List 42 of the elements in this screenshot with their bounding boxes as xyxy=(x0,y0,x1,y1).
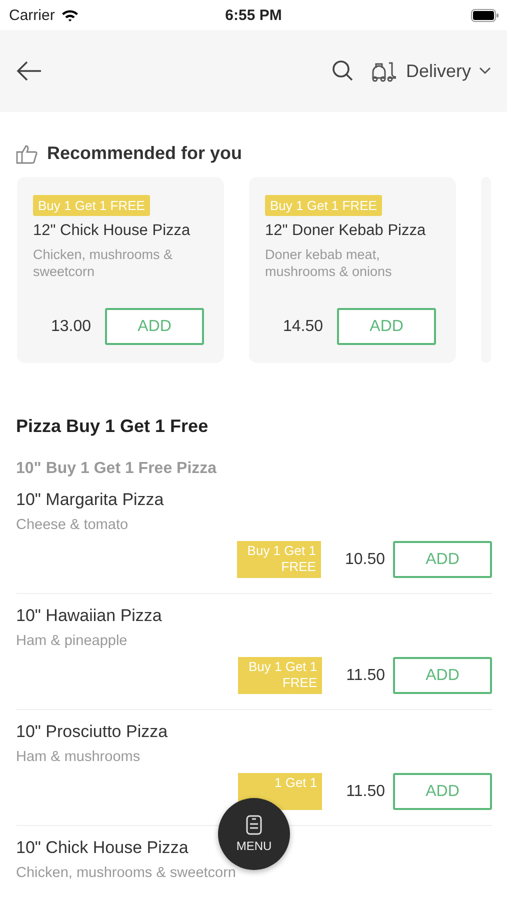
product-description: Cheese & tomato xyxy=(16,517,128,533)
section-heading: Recommended for you xyxy=(47,143,242,164)
add-button[interactable]: ADD xyxy=(337,308,436,345)
product-card[interactable]: Buy 1 Get 1 FREE 12" Doner Kebab Pizza Doner kebab meat, mushrooms & onions 14.50 ADD xyxy=(249,177,456,363)
chevron-down-icon xyxy=(479,67,491,75)
subcategory-heading: 10" Buy 1 Get 1 Free Pizza xyxy=(16,460,218,478)
back-arrow-icon[interactable] xyxy=(16,61,42,81)
product-description: Ham & pineapple xyxy=(16,633,128,649)
add-button[interactable]: ADD xyxy=(393,657,492,694)
product-description: Doner kebab meat, mushrooms & onions xyxy=(265,246,393,280)
product-description: Ham & mushrooms xyxy=(16,749,140,765)
clock-time: 6:55 PM xyxy=(225,6,282,24)
product-name: 10" Hawaiian Pizza xyxy=(16,606,162,626)
offer-tag: Buy 1 Get 1 FREE xyxy=(238,657,322,694)
search-icon[interactable] xyxy=(332,60,354,82)
product-price: 11.50 xyxy=(346,782,385,800)
add-button[interactable]: ADD xyxy=(105,308,204,345)
product-name: 10" Chick House Pizza xyxy=(16,838,188,858)
thumbs-up-icon xyxy=(16,144,38,164)
wifi-icon xyxy=(60,8,79,22)
product-name: 12" Doner Kebab Pizza xyxy=(265,222,427,240)
scooter-icon xyxy=(370,60,398,82)
offer-tag: Buy 1 Get 1 FREE xyxy=(265,195,382,216)
product-price: 10.50 xyxy=(344,550,385,568)
product-price: 14.50 xyxy=(283,318,324,336)
delivery-selector[interactable]: Delivery xyxy=(370,60,491,82)
product-price: 11.50 xyxy=(346,666,385,684)
carrier-name: Carrier xyxy=(9,6,55,24)
product-name: 10" Margarita Pizza xyxy=(16,490,164,510)
add-button[interactable]: ADD xyxy=(393,541,492,578)
product-name: 10" Prosciutto Pizza xyxy=(16,722,168,742)
product-description: Chicken, mushrooms & sweetcorn xyxy=(33,246,174,280)
menu-button[interactable]: MENU xyxy=(218,798,290,870)
product-price: 13.00 xyxy=(51,318,92,336)
add-button[interactable]: ADD xyxy=(393,773,492,810)
product-card[interactable]: Buy 1 Get 1 FREE 12" Chick House Pizza Chicken, mushrooms & sweetcorn 13.00 ADD xyxy=(17,177,224,363)
menu-card-icon xyxy=(246,815,262,835)
battery-icon xyxy=(471,8,499,22)
offer-tag: Buy 1 Get 1 FREE xyxy=(33,195,150,216)
product-name: 12" Chick House Pizza xyxy=(33,222,192,240)
category-heading: Pizza Buy 1 Get 1 Free xyxy=(16,416,210,437)
offer-tag: Buy 1 Get 1 FREE xyxy=(236,541,321,578)
